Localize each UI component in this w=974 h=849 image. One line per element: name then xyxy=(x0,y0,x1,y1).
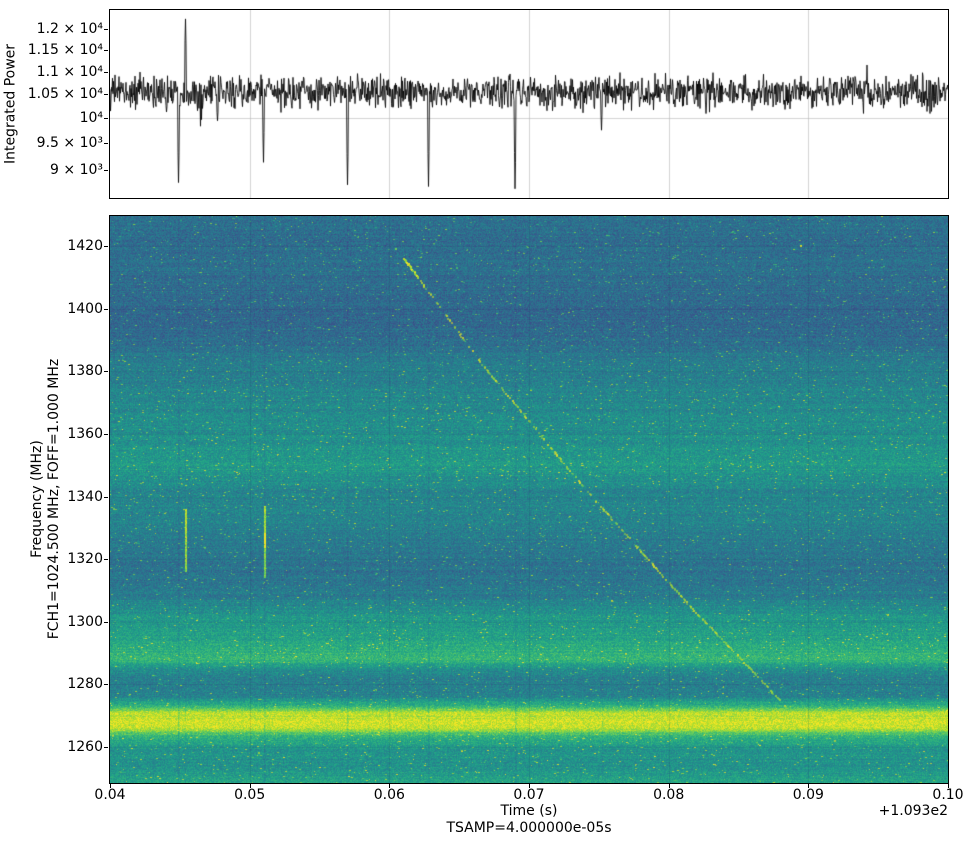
time-xtick-mark xyxy=(250,784,251,788)
top-panel-ytick-mark xyxy=(104,118,108,119)
waterfall-heatmap xyxy=(110,216,948,783)
integrated-power-axes xyxy=(109,9,949,199)
waterfall-ytick-mark xyxy=(104,309,108,310)
time-xtick-label: 0.09 xyxy=(792,787,824,803)
waterfall-ytick-mark xyxy=(104,622,108,623)
time-xtick-label: 0.07 xyxy=(513,787,545,803)
waterfall-ytick-mark xyxy=(104,246,108,247)
time-xtick-label: 0.04 xyxy=(94,787,126,803)
waterfall-ytick-mark xyxy=(104,747,108,748)
time-xtick-label: 0.06 xyxy=(373,787,405,803)
top-panel-ytick-label: 10⁴ xyxy=(79,110,103,127)
waterfall-axes xyxy=(109,215,949,784)
top-panel-ytick-label: 9.5 × 10³ xyxy=(36,135,103,152)
filterbank-waterfall-figure: Integrated Power Frequency (MHz) FCH1=10… xyxy=(0,0,974,849)
waterfall-ytick-label: 1280 xyxy=(67,676,103,693)
top-panel-ytick-label: 1.2 × 10⁴ xyxy=(36,21,103,37)
time-xtick-mark xyxy=(529,784,530,788)
integrated-power-plot xyxy=(110,10,948,198)
time-xtick-mark xyxy=(389,784,390,788)
waterfall-ytick-label: 1340 xyxy=(67,488,103,505)
time-xtick-label: 0.10 xyxy=(932,787,964,803)
time-xtick-label: 0.05 xyxy=(234,787,266,803)
waterfall-ytick-label: 1380 xyxy=(67,363,103,380)
time-xtick-mark xyxy=(808,784,809,788)
top-panel-ytick-mark xyxy=(104,94,108,95)
time-xtick-mark xyxy=(669,784,670,788)
waterfall-ytick-label: 1300 xyxy=(67,613,103,630)
top-panel-ytick-mark xyxy=(104,50,108,51)
top-panel-ytick-mark xyxy=(104,29,108,30)
top-panel-ytick-mark xyxy=(104,170,108,171)
top-panel-ytick-mark xyxy=(104,143,108,144)
waterfall-ytick-mark xyxy=(104,371,108,372)
top-panel-ytick-label: 1.05 × 10⁴ xyxy=(27,86,103,103)
time-xtick-mark xyxy=(948,784,949,788)
waterfall-ytick-label: 1320 xyxy=(67,551,103,568)
waterfall-ytick-label: 1360 xyxy=(67,425,103,442)
waterfall-ytick-mark xyxy=(104,434,108,435)
top-panel-ytick-label: 1.15 × 10⁴ xyxy=(27,41,103,58)
waterfall-ytick-label: 1420 xyxy=(67,238,103,255)
waterfall-ytick-label: 1260 xyxy=(67,738,103,755)
time-xtick-mark xyxy=(110,784,111,788)
top-panel-ytick-label: 1.1 × 10⁴ xyxy=(36,63,103,80)
top-panel-ytick-label: 9 × 10³ xyxy=(50,161,103,178)
waterfall-ytick-mark xyxy=(104,684,108,685)
time-xtick-label: 0.08 xyxy=(653,787,685,803)
waterfall-ytick-label: 1400 xyxy=(67,300,103,317)
waterfall-ytick-mark xyxy=(104,497,108,498)
top-panel-ytick-mark xyxy=(104,72,108,73)
tsamp-label: TSAMP=4.000000e-05s xyxy=(446,820,612,836)
waterfall-ytick-mark xyxy=(104,559,108,560)
x-axis-offset-label: +1.093e2 xyxy=(878,803,948,819)
